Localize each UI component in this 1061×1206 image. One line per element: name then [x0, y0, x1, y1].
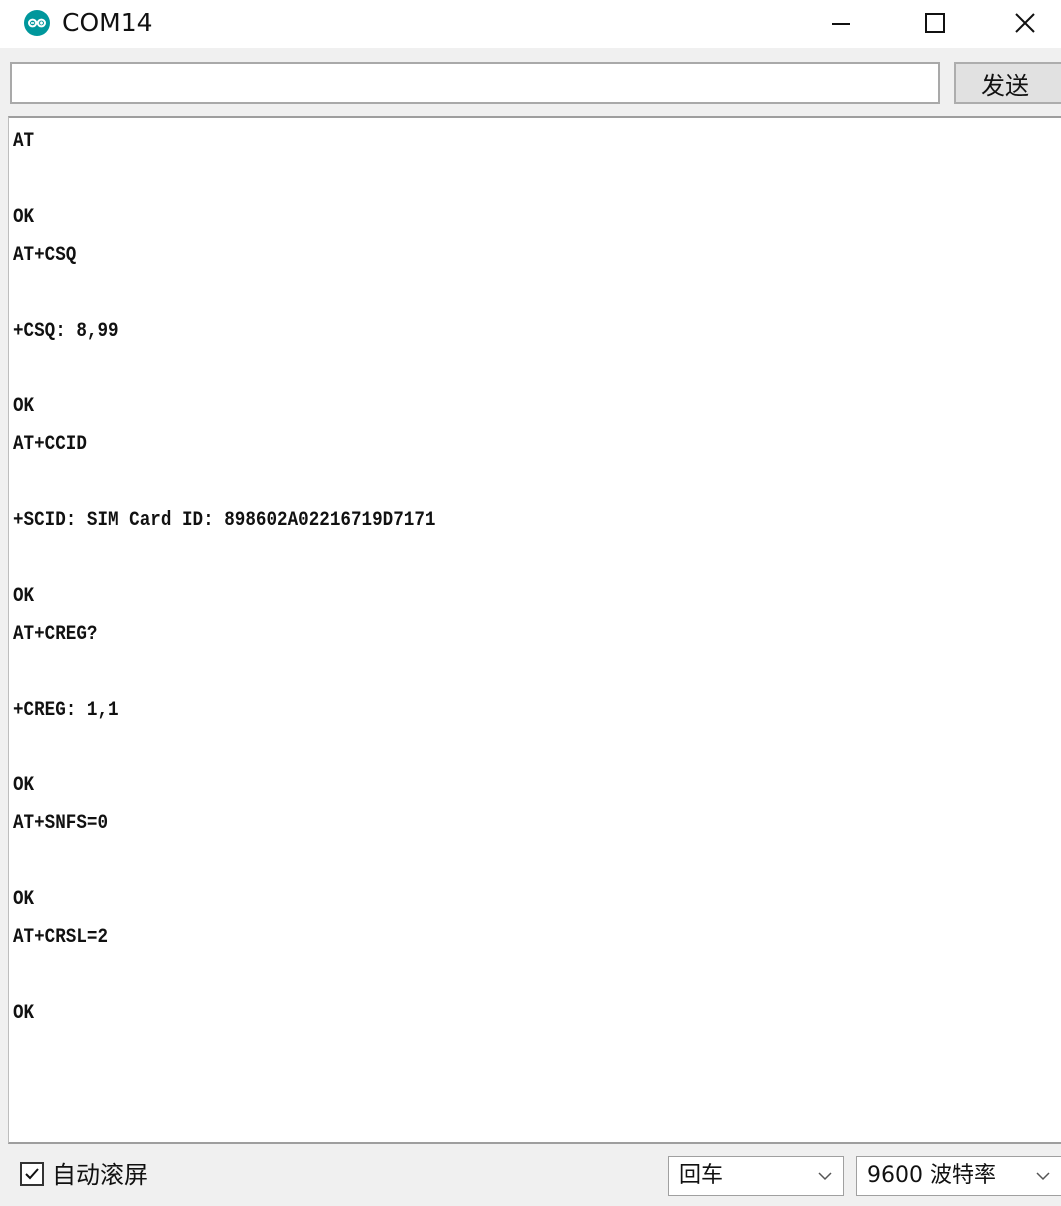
- serial-output-line: OK: [13, 395, 35, 419]
- serial-output-line: +CSQ: 8,99: [13, 319, 119, 343]
- serial-output-line: AT: [13, 130, 35, 153]
- chevron-down-icon: [1036, 1172, 1050, 1181]
- autoscroll-label: 自动滚屏: [52, 1161, 148, 1189]
- serial-output-line: OK: [13, 774, 35, 798]
- baud-rate-dropdown[interactable]: 9600 波特率: [856, 1156, 1061, 1196]
- title-bar: COM14: [0, 0, 1061, 48]
- serial-output-line: OK: [13, 205, 35, 229]
- send-input[interactable]: [10, 62, 940, 104]
- line-ending-value: 回车: [679, 1163, 724, 1188]
- arduino-logo-icon: [24, 10, 50, 36]
- serial-output-line: AT+CSQ: [13, 243, 77, 267]
- serial-output-line: OK: [13, 584, 35, 608]
- send-button[interactable]: 发送: [954, 62, 1061, 104]
- serial-output-line: AT+CRSL=2: [13, 925, 109, 949]
- minimize-button[interactable]: [800, 0, 880, 46]
- window-title: COM14: [62, 8, 153, 37]
- maximize-button[interactable]: [893, 0, 973, 46]
- serial-output-line: AT+CREG?: [13, 622, 98, 646]
- baud-rate-value: 9600 波特率: [867, 1163, 996, 1188]
- status-bar: 自动滚屏 回车 9600 波特率: [0, 1146, 1061, 1206]
- send-bar: 发送: [0, 52, 1061, 116]
- serial-output-line: OK: [13, 1001, 35, 1025]
- line-ending-dropdown[interactable]: 回车: [668, 1156, 844, 1196]
- autoscroll-checkbox[interactable]: [20, 1162, 44, 1186]
- serial-output-line: +SCID: SIM Card ID: 898602A02216719D7171: [13, 509, 436, 532]
- maximize-icon: [925, 13, 945, 33]
- chevron-down-icon: [818, 1172, 832, 1181]
- serial-output-line: +CREG: 1,1: [13, 698, 119, 722]
- serial-output-line: AT+SNFS=0: [13, 812, 109, 836]
- checkmark-icon: [25, 1168, 39, 1180]
- serial-monitor-output[interactable]: AT OK AT+CSQ +CSQ: 8,99 OK AT+CCID +SCID: SIM …: [8, 116, 1061, 1144]
- close-icon: [1015, 13, 1035, 33]
- close-button[interactable]: [985, 0, 1061, 46]
- serial-output-line: OK: [13, 888, 35, 911]
- minimize-icon: [832, 23, 850, 25]
- serial-output-line: AT+CCID: [13, 433, 87, 457]
